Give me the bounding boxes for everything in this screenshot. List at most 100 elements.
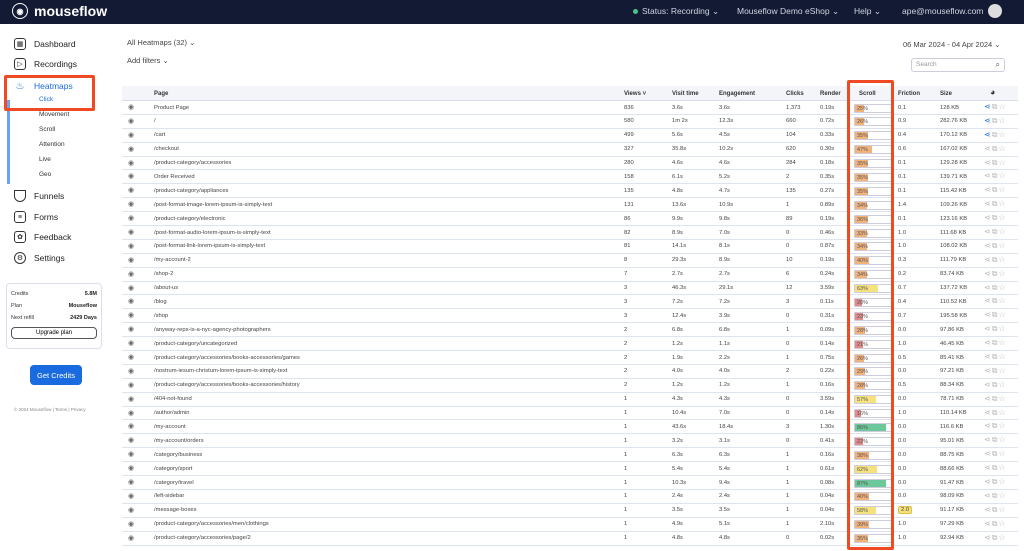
share-icon[interactable]: ⋖ [984, 519, 992, 528]
share-icon[interactable]: ⋖ [984, 352, 992, 361]
share-icon[interactable]: ⋖ [984, 269, 992, 278]
eye-icon[interactable]: ◉ [128, 506, 134, 514]
col-friction[interactable]: Friction [898, 91, 920, 97]
share-icon[interactable]: ⋖ [984, 241, 992, 250]
user-menu[interactable]: ape@mouseflow.com [902, 6, 983, 16]
share-icon[interactable]: ⋖ [984, 408, 992, 417]
eye-icon[interactable]: ◉ [128, 367, 134, 375]
table-row[interactable]: ◉ /post-format-image-lorem-ipsum-is-simpl… [122, 198, 1018, 213]
star-icon[interactable]: ☆ [998, 171, 1006, 180]
table-row[interactable]: ◉ /checkout 327 35.8s 10.2s 620 0.30s 47% 0.6 167… [122, 143, 1018, 157]
eye-icon[interactable]: ◉ [128, 381, 134, 389]
eye-icon[interactable]: ◉ [128, 478, 134, 486]
table-row[interactable]: ◉ /post-format-audio-lorem-ipsum-is-simpl… [122, 226, 1018, 240]
sidebar-sub-attention[interactable]: Attention [39, 141, 65, 148]
table-row[interactable]: ◉ /shop 3 12.4s 3.9s 0 0.31s 23% 0.7 195.58 KB ⋖⧉☆ [122, 309, 1018, 324]
sidebar-sub-geo[interactable]: Geo [39, 171, 51, 178]
cell-page[interactable]: /cart [154, 132, 165, 138]
share-icon[interactable]: ⋖ [984, 185, 992, 194]
date-range-picker[interactable]: 06 Mar 2024 - 04 Apr 2024 ⌄ [903, 40, 1001, 49]
cell-page[interactable]: /product-category/accessories/men/clothi… [154, 521, 269, 527]
cell-page[interactable]: /my-account/orders [154, 438, 204, 444]
table-row[interactable]: ◉ /cart 499 5.6s 4.5s 104 0.33s 35% 0.4 170.12 KB… [122, 129, 1018, 143]
table-row[interactable]: ◉ /product-category/accessories 280 4.6s 4.6… [122, 157, 1018, 171]
eye-icon[interactable]: ◉ [128, 409, 134, 417]
col-scroll[interactable]: Scroll [859, 91, 876, 97]
table-row[interactable]: ◉ /404-not-found 1 4.3s 4.3s 0 3.59s 57% 0.0 78.7… [122, 393, 1018, 407]
star-icon[interactable]: ☆ [998, 199, 1006, 208]
eye-icon[interactable]: ◉ [128, 117, 134, 125]
site-dropdown[interactable]: Mouseflow Demo eShop ⌄ [737, 6, 839, 17]
help-dropdown[interactable]: Help ⌄ [854, 6, 881, 17]
eye-icon[interactable]: ◉ [128, 200, 134, 208]
eye-icon[interactable]: ◉ [128, 395, 134, 403]
star-icon[interactable]: ☆ [998, 533, 1006, 542]
share-icon[interactable]: ⋖ [984, 171, 992, 180]
cell-page[interactable]: /shop [154, 313, 168, 319]
share-icon[interactable]: ⋖ [984, 394, 992, 403]
sidebar-sub-scroll[interactable]: Scroll [39, 126, 55, 133]
share-icon[interactable]: ⋖ [984, 366, 992, 375]
star-icon[interactable]: ☆ [998, 213, 1006, 222]
cell-page[interactable]: /author/admin [154, 410, 189, 416]
table-row[interactable]: ◉ /message-boxes 1 3.5s 3.5s 1 0.04s 58% 2.0 91.1… [122, 504, 1018, 518]
star-icon[interactable]: ☆ [998, 310, 1006, 319]
eye-icon[interactable]: ◉ [128, 520, 134, 528]
cell-page[interactable]: /product-category/electronic [154, 216, 226, 222]
share-icon[interactable]: ⋖ [984, 435, 992, 444]
cell-page[interactable]: /shop-2 [154, 271, 173, 277]
sidebar-sub-click[interactable]: Click [39, 96, 53, 103]
star-icon[interactable]: ☆ [998, 144, 1006, 153]
get-credits-button[interactable]: Get Credits [30, 365, 82, 385]
cell-page[interactable]: /blog [154, 299, 167, 305]
share-icon[interactable]: ⋖ [984, 324, 992, 333]
cell-page[interactable]: /category/sport [154, 466, 192, 472]
star-icon[interactable]: ☆ [998, 255, 1006, 264]
share-icon[interactable]: ⋖ [984, 227, 992, 236]
eye-icon[interactable]: ◉ [128, 436, 134, 444]
heatmap-select[interactable]: All Heatmaps (32) ⌄ [127, 38, 195, 47]
eye-icon[interactable]: ◉ [128, 297, 134, 305]
table-row[interactable]: ◉ /my-account/orders 1 3.2s 3.1s 0 0.41s 22% 0.0… [122, 434, 1018, 449]
table-row[interactable]: ◉ /blog 3 7.2s 7.2s 3 0.11s 20% 0.4 110.52 KB ⋖⧉☆ [122, 295, 1018, 310]
cell-page[interactable]: /product-category/uncategorized [154, 341, 237, 347]
col-visit-time[interactable]: Visit time [672, 91, 699, 97]
star-icon[interactable]: ☆ [998, 380, 1006, 389]
cell-page[interactable]: /category/business [154, 452, 202, 458]
eye-icon[interactable]: ◉ [128, 311, 134, 319]
table-row[interactable]: ◉ /post-format-link-lorem-ipsum-is-simply… [122, 240, 1018, 254]
table-row[interactable]: ◉ /author/admin 1 10.4s 7.0s 0 0.14s 16% 1.0 110.… [122, 407, 1018, 421]
cell-page[interactable]: /message-boxes [154, 507, 197, 513]
table-row[interactable]: ◉ /product-category/electronic 86 9.9s 9.8s 8… [122, 212, 1018, 227]
share-icon[interactable]: ⋖ [984, 310, 992, 319]
eye-icon[interactable]: ◉ [128, 172, 134, 180]
cell-page[interactable]: /category/travel [154, 480, 194, 486]
share-icon[interactable]: ⋖ [984, 144, 992, 153]
star-icon[interactable]: ☆ [998, 394, 1006, 403]
table-row[interactable]: ◉ /product-category/accessories/books-acc… [122, 379, 1018, 393]
cell-page[interactable]: /my-account [154, 424, 186, 430]
footer-links[interactable]: © 2024 Mouseflow | Terms | Privacy [14, 407, 86, 412]
cell-page[interactable]: /post-format-link-lorem-ipsum-is-simply-… [154, 243, 265, 249]
cell-page[interactable]: /post-format-image-lorem-ipsum-is-simply… [154, 202, 272, 208]
col-render[interactable]: Render [820, 91, 841, 97]
star-icon[interactable]: ☆ [998, 366, 1006, 375]
cell-page[interactable]: /product-category/accessories/page/2 [154, 535, 251, 541]
table-row[interactable]: ◉ /product-category/accessories/page/2 1 4.… [122, 532, 1018, 546]
cell-page[interactable]: /post-format-audio-lorem-ipsum-is-simply… [154, 230, 271, 236]
table-row[interactable]: ◉ Product Page 836 3.6s 3.6s 1,373 0.19s 25% 0.1… [122, 101, 1018, 115]
sidebar-sub-movement[interactable]: Movement [39, 111, 69, 118]
share-icon[interactable]: ⋖ [984, 533, 992, 542]
star-icon[interactable]: ☆ [998, 130, 1006, 139]
eye-icon[interactable]: ◉ [128, 492, 134, 500]
star-icon[interactable]: ☆ [998, 421, 1006, 430]
star-icon[interactable]: ☆ [998, 408, 1006, 417]
eye-icon[interactable]: ◉ [128, 214, 134, 222]
col-clicks[interactable]: Clicks [786, 91, 804, 97]
eye-icon[interactable]: ◉ [128, 450, 134, 458]
cell-page[interactable]: Order Received [154, 174, 195, 180]
share-icon[interactable]: ⋖ [984, 213, 992, 222]
star-icon[interactable]: ☆ [998, 296, 1006, 305]
star-icon[interactable]: ☆ [998, 227, 1006, 236]
eye-icon[interactable]: ◉ [128, 339, 134, 347]
